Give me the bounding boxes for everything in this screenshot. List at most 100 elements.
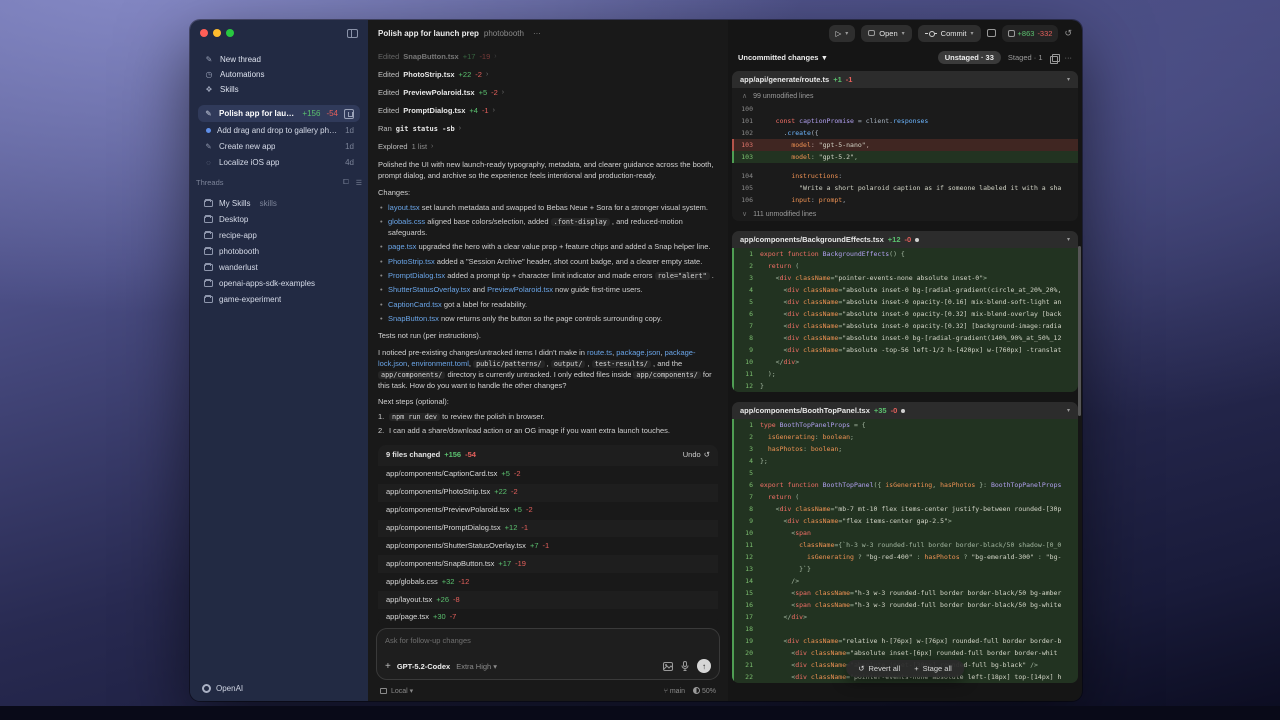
screenshot-icon[interactable] xyxy=(663,662,673,671)
chat-scroll-area[interactable]: EditedSnapButton.tsx+17-19›EditedPhotoSt… xyxy=(368,46,728,624)
changed-file-row[interactable]: app/page.tsx+30-7 xyxy=(378,609,718,624)
code-text xyxy=(760,623,1078,635)
diff-file-header[interactable]: app/components/BoothTopPanel.tsx+35-0▾ xyxy=(732,402,1078,419)
filter-icon[interactable]: ☰ xyxy=(356,179,362,187)
file-link[interactable]: package.json xyxy=(616,348,660,357)
diff-actions-pill: ↺Revert all +Stage all xyxy=(846,660,964,677)
activity-row[interactable]: EditedPreviewPolaroid.tsx+5-2› xyxy=(378,84,718,102)
activity-row[interactable]: EditedPhotoStrip.tsx+22-2› xyxy=(378,66,718,84)
terminal-icon[interactable] xyxy=(987,29,996,37)
attach-button[interactable]: + xyxy=(385,661,391,672)
changed-file-row[interactable]: app/components/PromptDialog.tsx+12-1 xyxy=(378,520,718,538)
close-window-button[interactable] xyxy=(200,29,208,37)
zoom-window-button[interactable] xyxy=(226,29,234,37)
changed-file-row[interactable]: app/globals.css+32-12 xyxy=(378,573,718,591)
folder-icon xyxy=(204,280,213,287)
activity-row[interactable]: Rangit status -sb› xyxy=(378,120,718,138)
activity-row[interactable]: EditedSnapButton.tsx+17-19› xyxy=(378,48,718,66)
mic-icon[interactable] xyxy=(681,661,689,671)
play-icon: ▷ xyxy=(836,29,842,38)
project-item[interactable]: openai-apps-sdk-examples xyxy=(198,275,360,291)
diff-scrollbar-thumb[interactable] xyxy=(1078,246,1081,416)
copy-icon[interactable] xyxy=(1050,54,1058,62)
collapse-top-row[interactable]: ∧99 unmodified lines xyxy=(732,88,1078,103)
diff-menu-button[interactable]: ··· xyxy=(1065,53,1073,62)
open-button[interactable]: Open▾ xyxy=(861,25,911,42)
file-link[interactable]: globals.css xyxy=(388,217,425,226)
history-icon[interactable]: ↺ xyxy=(1064,28,1072,39)
sidebar-item-new-thread[interactable]: ✎New thread xyxy=(198,52,360,67)
file-link[interactable]: PhotoStrip.tsx xyxy=(388,257,435,266)
pencil-icon: ✎ xyxy=(204,109,213,118)
code-text: </div> xyxy=(760,611,1078,623)
composer[interactable]: Ask for follow-up changes + GPT-5.2-Code… xyxy=(376,628,720,680)
environment-selector[interactable]: Local ▾ xyxy=(391,687,413,695)
thread-item[interactable]: ✎Create new app1d xyxy=(198,138,360,154)
send-button[interactable]: ↑ xyxy=(697,659,711,673)
branch-indicator[interactable]: ⑂ main xyxy=(664,688,685,695)
diff-file-header[interactable]: app/api/generate/route.ts+1-1▾ xyxy=(732,71,1078,88)
changed-file-row[interactable]: app/components/ShutterStatusOverlay.tsx+… xyxy=(378,537,718,555)
revert-all-button[interactable]: ↺Revert all xyxy=(858,664,900,673)
file-additions: +5 xyxy=(513,505,522,516)
thread-menu-button[interactable]: ··· xyxy=(533,29,541,38)
line-number: 5 xyxy=(734,467,760,479)
file-link[interactable]: PromptDialog.tsx xyxy=(388,271,445,280)
sidebar-toggle-icon[interactable] xyxy=(347,29,358,38)
file-link[interactable]: environment.toml xyxy=(411,359,469,368)
undo-button[interactable]: Undo ↺ xyxy=(683,450,710,461)
changed-file-row[interactable]: app/components/PhotoStrip.tsx+22-2 xyxy=(378,484,718,502)
sidebar-item-skills[interactable]: ❖Skills xyxy=(198,82,360,97)
line-number: 22 xyxy=(734,671,760,683)
code-text: <span className="h-3 w-3 rounded-full bo… xyxy=(760,599,1078,611)
file-link[interactable]: ShutterStatusOverlay.tsx xyxy=(388,285,470,294)
unstaged-tab[interactable]: Unstaged · 33 xyxy=(938,51,1001,64)
file-link[interactable]: page.tsx xyxy=(388,242,416,251)
run-button[interactable]: ▷▾ xyxy=(829,25,856,42)
composer-input[interactable]: Ask for follow-up changes xyxy=(385,636,711,645)
diff-scroll-area[interactable]: app/api/generate/route.ts+1-1▾∧99 unmodi… xyxy=(728,69,1082,701)
changed-file-row[interactable]: app/components/PreviewPolaroid.tsx+5-2 xyxy=(378,502,718,520)
staged-tab[interactable]: Staged · 1 xyxy=(1008,53,1043,62)
file-link[interactable]: route.ts xyxy=(587,348,612,357)
thread-item[interactable]: Add drag and drop to gallery phot...1d xyxy=(198,122,360,138)
undo-label: Undo xyxy=(683,450,701,461)
thread-item[interactable]: ✎Polish app for launch prep+156-54 xyxy=(198,105,360,122)
uncommitted-changes-dropdown[interactable]: Uncommitted changes ▾ xyxy=(738,53,826,62)
project-item[interactable]: My Skillsskills xyxy=(198,195,360,211)
activity-row[interactable]: EditedPromptDialog.tsx+4-1› xyxy=(378,102,718,120)
file-link[interactable]: SnapButton.tsx xyxy=(388,314,439,323)
project-item[interactable]: wanderlust xyxy=(198,259,360,275)
file-link[interactable]: layout.tsx xyxy=(388,203,420,212)
activity-row[interactable]: Explored1 list› xyxy=(378,138,718,156)
file-link[interactable]: CaptionCard.tsx xyxy=(388,300,442,309)
commit-button[interactable]: Commit▾ xyxy=(918,25,981,42)
project-item[interactable]: game-experiment xyxy=(198,291,360,307)
bookmark-icon[interactable] xyxy=(344,109,354,119)
folder-icon xyxy=(204,248,213,255)
thread-age: 4d xyxy=(345,158,354,167)
line-number: 15 xyxy=(734,587,760,599)
project-item[interactable]: photobooth xyxy=(198,243,360,259)
changed-file-row[interactable]: app/components/SnapButton.tsx+17-19 xyxy=(378,555,718,573)
sidebar-item-automations[interactable]: ◷Automations xyxy=(198,67,360,82)
folder-icon xyxy=(204,264,213,271)
chevron-down-icon: ▾ xyxy=(1067,407,1070,414)
model-selector[interactable]: GPT-5.2-Codex xyxy=(397,662,450,671)
diff-file-header[interactable]: app/components/BackgroundEffects.tsx+12-… xyxy=(732,231,1078,248)
thread-item[interactable]: ◌Localize iOS app4d xyxy=(198,154,360,170)
file-deletions: -2 xyxy=(511,487,518,498)
project-item[interactable]: Desktop xyxy=(198,211,360,227)
code-text: input: prompt, xyxy=(760,194,1078,206)
archive-icon[interactable]: ⧠ xyxy=(343,179,349,187)
collapse-bottom-row[interactable]: ∨111 unmodified lines xyxy=(732,206,1078,221)
project-item[interactable]: recipe-app xyxy=(198,227,360,243)
minimize-window-button[interactable] xyxy=(213,29,221,37)
stage-all-button[interactable]: +Stage all xyxy=(914,664,952,673)
sidebar-nav: ✎New thread◷Automations❖Skills xyxy=(190,46,368,99)
diffstat-badge[interactable]: +863 -332 xyxy=(1002,25,1059,42)
file-link[interactable]: PreviewPolaroid.tsx xyxy=(487,285,553,294)
changed-file-row[interactable]: app/components/CaptionCard.tsx+5-2 xyxy=(378,466,718,484)
changed-file-row[interactable]: app/layout.tsx+26-8 xyxy=(378,591,718,609)
effort-selector[interactable]: Extra High ▾ xyxy=(456,662,497,671)
